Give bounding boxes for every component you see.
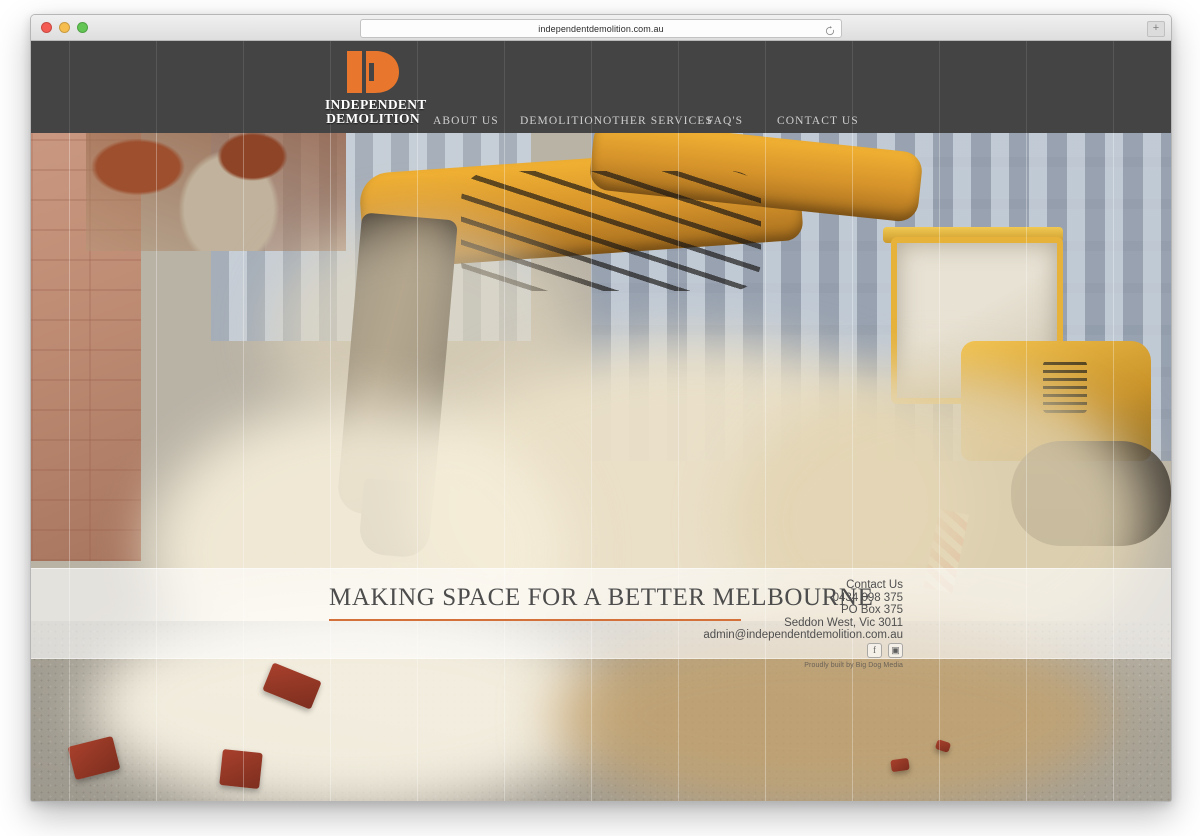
browser-window: independentdemolition.com.au +: [30, 14, 1172, 802]
window-controls[interactable]: [41, 22, 88, 33]
site-logo[interactable]: INDEPENDENT DEMOLITION: [325, 47, 421, 126]
browser-title-bar: independentdemolition.com.au +: [31, 15, 1171, 41]
brick-debris: [890, 758, 909, 772]
url-text: independentdemolition.com.au: [538, 24, 663, 34]
primary-navigation: ABOUT US DEMOLITION OTHER SERVICES FAQ'S…: [421, 41, 856, 133]
logo-wordmark: INDEPENDENT DEMOLITION: [325, 98, 421, 126]
contact-details: Contact Us 0434 098 375 PO Box 375 Seddo…: [703, 579, 903, 642]
reload-icon[interactable]: [825, 23, 835, 33]
hero-background-photo: [31, 41, 1171, 801]
nav-item-faqs[interactable]: FAQ'S: [682, 41, 769, 133]
zoom-window-button[interactable]: [77, 22, 88, 33]
logo-wordmark-line2: DEMOLITION: [325, 112, 421, 126]
nav-label: ABOUT US: [433, 115, 499, 127]
contact-heading: Contact Us: [703, 579, 903, 592]
social-links: f ▣: [867, 643, 903, 658]
nav-item-other-services[interactable]: OTHER SERVICES: [595, 41, 682, 133]
screen: independentdemolition.com.au +: [0, 0, 1200, 836]
facebook-icon[interactable]: f: [867, 643, 882, 658]
logo-wordmark-line1: INDEPENDENT: [325, 98, 421, 112]
new-tab-button[interactable]: +: [1147, 21, 1165, 37]
nav-item-contact-us[interactable]: CONTACT US: [769, 41, 856, 133]
nav-label: DEMOLITION: [520, 115, 603, 127]
nav-label: CONTACT US: [777, 115, 859, 127]
contact-address: Seddon West, Vic 3011: [703, 617, 903, 630]
tagline-underline: [329, 619, 741, 621]
contact-phone[interactable]: 0434 098 375: [703, 592, 903, 605]
contact-email[interactable]: admin@independentdemolition.com.au: [703, 629, 903, 642]
hero-info-band: MAKING SPACE FOR A BETTER MELBOURNE Cont…: [31, 568, 1171, 659]
nav-item-about-us[interactable]: ABOUT US: [421, 41, 508, 133]
page-viewport: INDEPENDENT DEMOLITION ABOUT US DEMOLITI…: [31, 41, 1171, 801]
brick-debris: [219, 749, 263, 789]
minimize-window-button[interactable]: [59, 22, 70, 33]
id-monogram-icon: [325, 47, 421, 95]
address-bar[interactable]: independentdemolition.com.au: [360, 19, 842, 38]
instagram-icon[interactable]: ▣: [888, 643, 903, 658]
contact-po-box: PO Box 375: [703, 604, 903, 617]
site-header: INDEPENDENT DEMOLITION ABOUT US DEMOLITI…: [31, 41, 1171, 133]
nav-item-demolition[interactable]: DEMOLITION: [508, 41, 595, 133]
close-window-button[interactable]: [41, 22, 52, 33]
nav-label: FAQ'S: [707, 115, 743, 127]
site-credit[interactable]: Proudly built by Big Dog Media: [804, 662, 903, 669]
